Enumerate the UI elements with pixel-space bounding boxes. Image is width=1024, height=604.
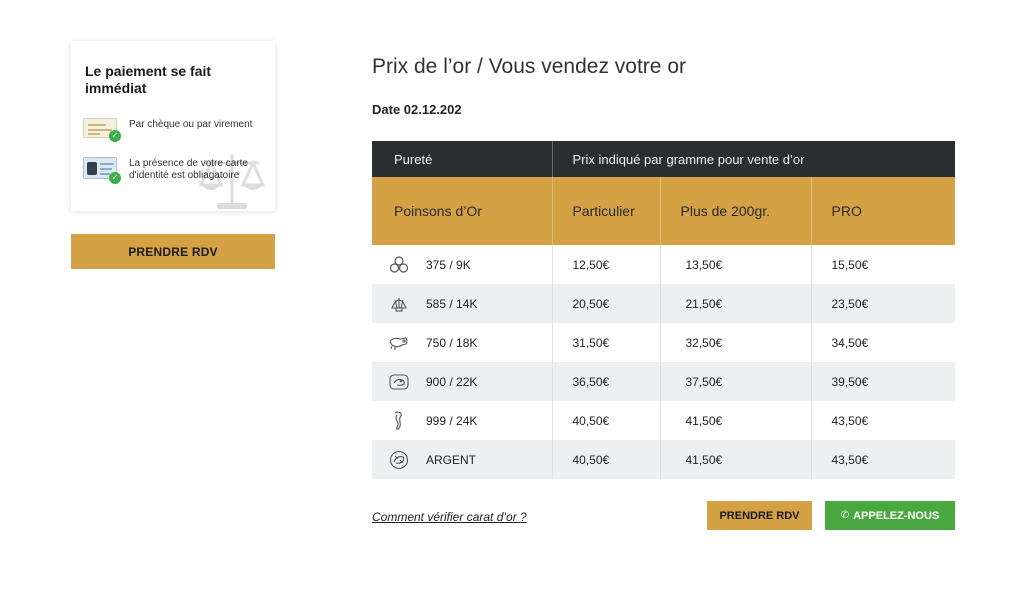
over-200g-header: Plus de 200gr. bbox=[659, 177, 811, 245]
purity-value: 999 / 24K bbox=[426, 413, 478, 428]
horse-head-hallmark-icon bbox=[388, 332, 410, 354]
silver-hallmark-icon bbox=[388, 449, 410, 471]
purity-value: 900 / 22K bbox=[426, 374, 478, 389]
price-individual: 40,50€ bbox=[551, 440, 660, 479]
price-individual: 40,50€ bbox=[551, 401, 660, 440]
purity-value: 750 / 18K bbox=[426, 335, 478, 350]
id-card-icon: ✓ bbox=[83, 155, 121, 184]
hallmark-header: Poinsons d’Or bbox=[372, 177, 552, 245]
trefoil-hallmark-icon bbox=[388, 254, 410, 276]
payment-info-card: Le paiement se fait immédiat ✓ Par chèqu… bbox=[71, 41, 275, 211]
seahorse-hallmark-icon bbox=[388, 410, 410, 432]
price-pro: 43,50€ bbox=[810, 401, 956, 440]
price-pro: 34,50€ bbox=[810, 323, 956, 362]
table-header-sub: Poinsons d’Or Particulier Plus de 200gr.… bbox=[372, 177, 956, 245]
purity-value: 585 / 14K bbox=[426, 296, 478, 311]
price-individual: 12,50€ bbox=[551, 245, 660, 284]
check-icon: ✓ bbox=[109, 130, 121, 142]
payment-info-title: Le paiement se fait immédiat bbox=[85, 63, 212, 96]
eagle-hallmark-icon bbox=[388, 371, 410, 393]
payment-method-row: ✓ Par chèque ou par virement bbox=[83, 116, 259, 142]
table-row: 900 / 22K 36,50€ 37,50€ 39,50€ bbox=[372, 362, 956, 401]
table-row: 375 / 9K 12,50€ 13,50€ 15,50€ bbox=[372, 245, 956, 284]
table-row: 999 / 24K 40,50€ 41,50€ 43,50€ bbox=[372, 401, 956, 440]
price-pro: 15,50€ bbox=[810, 245, 956, 284]
price-individual: 20,50€ bbox=[551, 284, 660, 323]
price-over-200g: 13,50€ bbox=[659, 245, 811, 284]
price-over-200g: 32,50€ bbox=[659, 323, 811, 362]
table-row: 585 / 14K 20,50€ 21,50€ 23,50€ bbox=[372, 284, 956, 323]
check-carat-link[interactable]: Comment vérifier carat d’or ? bbox=[372, 510, 527, 524]
call-us-label: APPELEZ-NOUS bbox=[853, 509, 940, 522]
price-over-200g: 37,50€ bbox=[659, 362, 811, 401]
shell-hallmark-icon bbox=[388, 293, 410, 315]
price-pro: 39,50€ bbox=[810, 362, 956, 401]
price-over-200g: 41,50€ bbox=[659, 401, 811, 440]
purity-value: 375 / 9K bbox=[426, 257, 471, 272]
price-individual: 31,50€ bbox=[551, 323, 660, 362]
price-individual: 36,50€ bbox=[551, 362, 660, 401]
book-appointment-button[interactable]: PRENDRE RDV bbox=[71, 234, 275, 269]
gold-price-table: Pureté Prix indiqué par gramme pour vent… bbox=[372, 141, 956, 479]
individual-header: Particulier bbox=[551, 177, 660, 245]
table-row: ARGENT 40,50€ 41,50€ 43,50€ bbox=[372, 440, 956, 479]
cheque-icon: ✓ bbox=[83, 116, 121, 142]
payment-method-text: Par chèque ou par virement bbox=[129, 119, 253, 130]
price-per-gram-header: Prix indiqué par gramme pour vente d’or bbox=[551, 141, 956, 177]
table-header-top: Pureté Prix indiqué par gramme pour vent… bbox=[372, 141, 956, 177]
scale-icon bbox=[198, 155, 266, 209]
pro-header: PRO bbox=[810, 177, 956, 245]
book-appointment-button-bottom[interactable]: PRENDRE RDV bbox=[707, 501, 812, 530]
phone-icon: ✆ bbox=[840, 510, 850, 521]
page-title: Prix de l’or / Vous vendez votre or bbox=[372, 55, 686, 78]
call-us-button[interactable]: ✆ APPELEZ-NOUS bbox=[825, 501, 955, 530]
purity-header: Pureté bbox=[372, 141, 552, 177]
check-icon: ✓ bbox=[109, 172, 121, 184]
price-pro: 23,50€ bbox=[810, 284, 956, 323]
purity-value: ARGENT bbox=[426, 452, 477, 467]
price-date: Date 02.12.202 bbox=[372, 102, 462, 117]
price-over-200g: 21,50€ bbox=[659, 284, 811, 323]
price-over-200g: 41,50€ bbox=[659, 440, 811, 479]
table-row: 750 / 18K 31,50€ 32,50€ 34,50€ bbox=[372, 323, 956, 362]
price-pro: 43,50€ bbox=[810, 440, 956, 479]
